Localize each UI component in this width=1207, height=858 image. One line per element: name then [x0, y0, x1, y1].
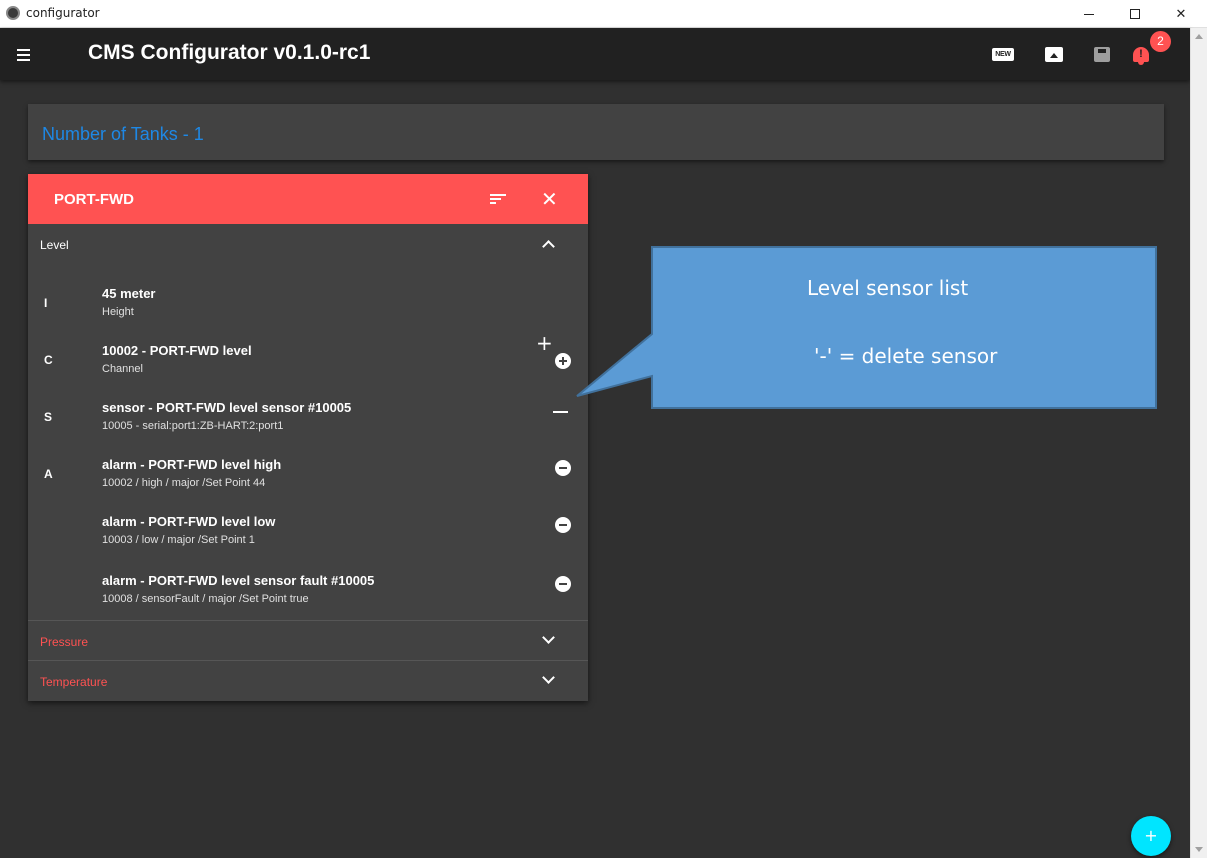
- row-subtitle: 10005 - serial:port1:ZB-HART:2:port1: [102, 420, 284, 432]
- minimize-button[interactable]: [1066, 0, 1112, 28]
- annotation-callout: Level sensor list '-' = delete sensor: [575, 246, 1157, 409]
- row-title: alarm - PORT-FWD level sensor fault #100…: [102, 573, 375, 588]
- bell-body: !: [1133, 47, 1149, 62]
- remove-circle-icon[interactable]: [555, 517, 571, 533]
- temperature-section-label: Temperature: [40, 675, 108, 689]
- row-title: sensor - PORT-FWD level sensor #10005: [102, 400, 352, 415]
- bell-clapper: [1138, 62, 1144, 65]
- list-item: C 10002 - PORT-FWD level Channel +: [28, 331, 588, 399]
- upload-icon[interactable]: [1045, 47, 1063, 62]
- app-area: CMS Configurator v0.1.0-rc1 NEW ! 2 Numb…: [0, 28, 1190, 858]
- level-section-label: Level: [40, 238, 69, 252]
- tank-panel: PORT-FWD ✕ Level I 45 meter Height C 100…: [28, 174, 588, 701]
- row-title: 10002 - PORT-FWD level: [102, 343, 252, 358]
- app-toolbar: CMS Configurator v0.1.0-rc1 NEW ! 2: [0, 28, 1190, 80]
- pressure-section-header[interactable]: Pressure: [28, 620, 588, 660]
- sort-icon[interactable]: [490, 193, 506, 205]
- maximize-icon: [1130, 9, 1140, 19]
- callout-bubble: [576, 246, 1157, 409]
- window-close-button[interactable]: ✕: [1158, 0, 1204, 28]
- row-letter: I: [44, 296, 48, 310]
- minimize-icon: [1084, 13, 1094, 15]
- maximize-button[interactable]: [1112, 0, 1158, 28]
- save-icon[interactable]: [1094, 47, 1110, 62]
- tank-header: PORT-FWD ✕: [28, 174, 588, 224]
- list-item: alarm - PORT-FWD level low 10003 / low /…: [28, 514, 588, 570]
- callout-shape: [576, 246, 1157, 409]
- tank-name: PORT-FWD: [54, 191, 134, 208]
- tanks-card: Number of Tanks - 1: [28, 104, 1164, 160]
- menu-icon[interactable]: [14, 44, 36, 64]
- tanks-count-title: Number of Tanks - 1: [42, 124, 204, 144]
- notification-bell-icon[interactable]: !: [1131, 44, 1151, 66]
- list-item: I 45 meter Height: [28, 286, 588, 342]
- new-icon[interactable]: NEW: [992, 48, 1014, 61]
- row-title: alarm - PORT-FWD level low: [102, 514, 276, 529]
- chevron-down-icon[interactable]: [542, 631, 555, 644]
- row-subtitle: Height: [102, 306, 134, 318]
- delete-sensor-icon[interactable]: [553, 411, 568, 413]
- row-subtitle: 10002 / high / major /Set Point 44: [102, 477, 266, 489]
- app-title: CMS Configurator v0.1.0-rc1: [88, 41, 371, 64]
- add-circle-icon[interactable]: [555, 353, 571, 369]
- temperature-section-header[interactable]: Temperature: [28, 660, 588, 700]
- app-logo-icon: [6, 6, 20, 20]
- row-letter: A: [44, 467, 53, 481]
- scrollbar[interactable]: [1190, 28, 1207, 858]
- remove-circle-icon[interactable]: [555, 460, 571, 476]
- chevron-down-icon[interactable]: [542, 671, 555, 684]
- level-section-header[interactable]: Level: [28, 224, 588, 264]
- row-subtitle: Channel: [102, 363, 143, 375]
- row-title: 45 meter: [102, 286, 156, 301]
- add-sensor-button[interactable]: +: [536, 331, 553, 355]
- callout-line-1: Level sensor list: [807, 276, 969, 300]
- scroll-down-arrow-icon[interactable]: [1195, 847, 1203, 852]
- pressure-section-label: Pressure: [40, 635, 89, 649]
- scroll-up-arrow-icon[interactable]: [1195, 34, 1203, 39]
- callout-line-2: '-' = delete sensor: [814, 344, 998, 368]
- window-titlebar: configurator ✕: [0, 0, 1207, 28]
- row-letter: S: [44, 410, 53, 424]
- window-close-icon: ✕: [1175, 6, 1187, 22]
- notification-badge: 2: [1150, 31, 1171, 52]
- chevron-up-icon[interactable]: [542, 240, 555, 253]
- row-subtitle: 10008 / sensorFault / major /Set Point t…: [102, 593, 309, 605]
- close-icon[interactable]: ✕: [541, 187, 558, 211]
- row-title: alarm - PORT-FWD level high: [102, 457, 282, 472]
- window-title: configurator: [26, 6, 100, 20]
- row-subtitle: 10003 / low / major /Set Point 1: [102, 534, 255, 546]
- remove-circle-icon[interactable]: [555, 576, 571, 592]
- list-item: S sensor - PORT-FWD level sensor #10005 …: [28, 400, 588, 456]
- list-item: A alarm - PORT-FWD level high 10002 / hi…: [28, 457, 588, 513]
- row-letter: C: [44, 353, 53, 367]
- add-tank-fab-button[interactable]: +: [1131, 816, 1171, 856]
